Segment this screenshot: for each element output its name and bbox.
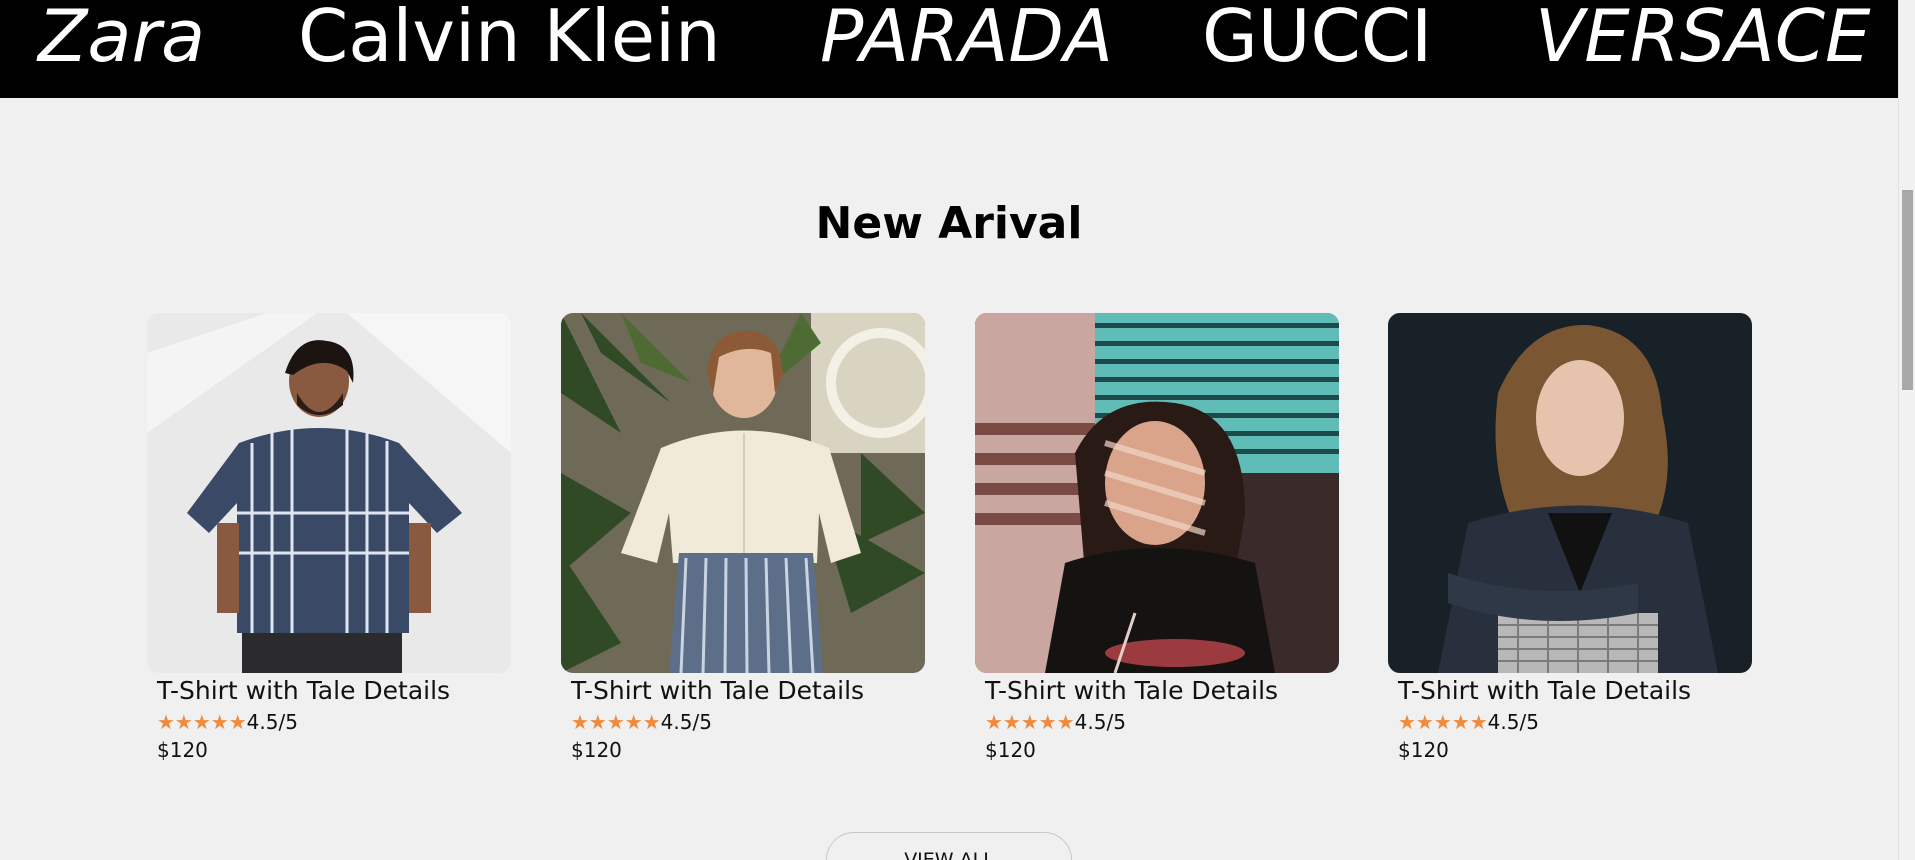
product-price: $120 (985, 738, 1036, 762)
rating-stars: ★★★★★ (1398, 710, 1488, 734)
brand-parada[interactable]: PARADA (820, 0, 1113, 72)
rating-stars: ★★★★★ (157, 710, 247, 734)
rating-value: 4.5/5 (660, 710, 712, 734)
product-image[interactable] (147, 313, 511, 673)
product-rating: ★★★★★ 4.5/5 (975, 708, 1339, 736)
rating-value: 4.5/5 (1074, 710, 1126, 734)
product-image[interactable] (561, 313, 925, 673)
product-rating: ★★★★★ 4.5/5 (561, 708, 925, 736)
section-title: New Arival (815, 198, 1083, 249)
product-price: $120 (571, 738, 622, 762)
view-all-button[interactable]: VIEW ALL (826, 832, 1072, 860)
product-name[interactable]: T-Shirt with Tale Details (1388, 675, 1752, 707)
brand-versace[interactable]: VERSACE (1535, 0, 1871, 72)
rating-value: 4.5/5 (1487, 710, 1539, 734)
product-card[interactable]: T-Shirt with Tale Details ★★★★★ 4.5/5 $1… (1388, 313, 1752, 762)
product-image[interactable] (1388, 313, 1752, 673)
scrollbar-thumb[interactable] (1902, 190, 1913, 390)
rating-stars: ★★★★★ (985, 710, 1075, 734)
product-rating: ★★★★★ 4.5/5 (147, 708, 511, 736)
product-name[interactable]: T-Shirt with Tale Details (975, 675, 1339, 707)
product-name[interactable]: T-Shirt with Tale Details (561, 675, 925, 707)
brand-banner: Zara Calvin Klein PARADA GUCCI VERSACE (0, 0, 1898, 98)
product-card[interactable]: T-Shirt with Tale Details ★★★★★ 4.5/5 $1… (975, 313, 1339, 762)
vertical-scrollbar[interactable] (1898, 0, 1915, 860)
product-card[interactable]: T-Shirt with Tale Details ★★★★★ 4.5/5 $1… (561, 313, 925, 762)
brand-zara[interactable]: Zara (38, 0, 205, 72)
brand-calvin-klein[interactable]: Calvin Klein (298, 0, 721, 72)
product-price: $120 (157, 738, 208, 762)
product-image[interactable] (975, 313, 1339, 673)
rating-stars: ★★★★★ (571, 710, 661, 734)
product-card[interactable]: T-Shirt with Tale Details ★★★★★ 4.5/5 $1… (147, 313, 511, 762)
brand-gucci[interactable]: GUCCI (1202, 0, 1432, 72)
rating-value: 4.5/5 (246, 710, 298, 734)
product-rating: ★★★★★ 4.5/5 (1388, 708, 1752, 736)
product-name[interactable]: T-Shirt with Tale Details (147, 675, 511, 707)
product-price: $120 (1398, 738, 1449, 762)
page: Zara Calvin Klein PARADA GUCCI VERSACE N… (0, 0, 1915, 860)
